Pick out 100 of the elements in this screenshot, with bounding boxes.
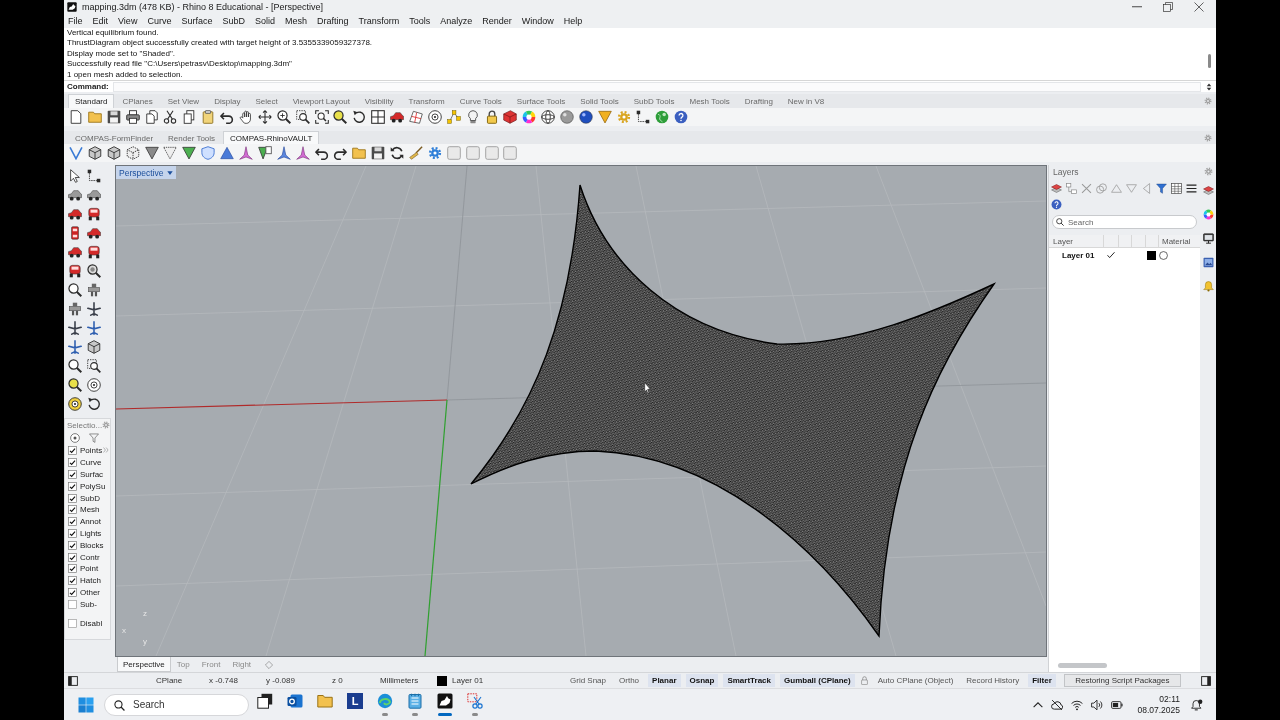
status-toggle[interactable]: Planar xyxy=(648,674,681,687)
box-icon[interactable] xyxy=(503,110,518,124)
plane-icon[interactable] xyxy=(67,339,82,354)
zoom-window-icon[interactable] xyxy=(295,110,310,124)
menu-item[interactable]: Solid xyxy=(254,16,275,26)
sphere-icon[interactable] xyxy=(560,110,575,124)
filter-icon[interactable] xyxy=(1156,182,1167,194)
overlapping-squares-icon[interactable] xyxy=(257,693,273,709)
shield-icon[interactable] xyxy=(201,146,216,160)
clock-date[interactable]: 08.07.2025 xyxy=(1137,704,1180,716)
command-input-field[interactable] xyxy=(112,81,1201,92)
broom-icon[interactable] xyxy=(409,146,424,160)
cplane-status[interactable]: CPlane xyxy=(156,676,183,685)
magnifier-icon[interactable] xyxy=(67,282,82,297)
checkbox-icon[interactable] xyxy=(68,599,77,609)
volume-icon[interactable] xyxy=(1091,698,1104,711)
layer-swatch[interactable] xyxy=(437,675,447,686)
menu-item[interactable]: Tools xyxy=(409,16,431,26)
filter-label[interactable]: Points xyxy=(80,446,103,456)
status-toggle[interactable]: Grid Snap xyxy=(566,674,611,687)
car-icon[interactable] xyxy=(67,206,82,221)
filter-label[interactable]: Blocks xyxy=(80,540,104,550)
filter-label[interactable]: Surfac xyxy=(80,470,104,479)
menu-item[interactable]: View xyxy=(118,16,138,26)
scrollbar-thumb[interactable] xyxy=(1207,54,1211,68)
nodes-icon[interactable] xyxy=(635,110,650,124)
car-icon[interactable] xyxy=(67,187,82,202)
layer-stack-icon[interactable] xyxy=(1051,182,1062,194)
toolbar-tab[interactable]: Set View xyxy=(160,94,207,108)
checkbox-icon[interactable] xyxy=(68,517,77,527)
toolbar-tab[interactable]: Mesh Tools xyxy=(682,94,737,108)
menu-item[interactable]: Mesh xyxy=(284,16,307,26)
filter-label[interactable]: Annot xyxy=(80,517,101,527)
cube-icon[interactable] xyxy=(106,146,121,160)
mail-icon[interactable] xyxy=(287,693,303,709)
rotate-arrow-icon[interactable] xyxy=(352,110,367,124)
car-icon[interactable] xyxy=(390,110,405,124)
magnifier-icon[interactable] xyxy=(67,358,82,373)
four-viewports-icon[interactable] xyxy=(371,110,386,124)
checkbox-icon[interactable] xyxy=(68,540,77,550)
control-points-icon[interactable] xyxy=(446,110,461,124)
cube-icon[interactable] xyxy=(87,146,102,160)
checkbox-icon[interactable] xyxy=(68,564,77,574)
toolbar-tab[interactable]: Solid Tools xyxy=(573,94,626,108)
nodes-icon[interactable] xyxy=(86,168,101,183)
robot-icon[interactable] xyxy=(67,301,82,316)
cursor-icon[interactable] xyxy=(67,168,82,183)
status-toggle[interactable]: SmartTrack xyxy=(723,674,775,687)
checkbox-icon[interactable] xyxy=(68,576,77,586)
circle-dot-icon[interactable] xyxy=(69,433,80,443)
menu-item[interactable]: Transform xyxy=(358,16,400,26)
car-icon[interactable] xyxy=(67,244,82,259)
triangle-icon[interactable] xyxy=(220,146,235,160)
menu-item[interactable]: Render xyxy=(482,16,512,26)
plane-icon[interactable] xyxy=(86,320,101,335)
toolbar-tab[interactable]: COMPAS-RhinoVAULT xyxy=(223,131,320,144)
color-wheel-icon[interactable] xyxy=(522,110,537,124)
filter-label[interactable]: Contr xyxy=(80,552,100,562)
wireframe-sphere-icon[interactable] xyxy=(541,110,556,124)
layer-stack-icon[interactable] xyxy=(1202,185,1214,196)
pages-icon[interactable] xyxy=(144,110,159,124)
check-icon[interactable] xyxy=(1106,251,1115,259)
printer-icon[interactable] xyxy=(125,110,140,124)
toolbar-tab[interactable]: Standard xyxy=(68,94,115,108)
status-toggle[interactable]: Gumball (CPlane) xyxy=(780,674,855,687)
monitor-icon[interactable] xyxy=(1202,233,1214,244)
toolbar-tab[interactable]: Transform xyxy=(401,94,452,108)
zoom-extents-icon[interactable] xyxy=(314,110,329,124)
checkbox-icon[interactable] xyxy=(68,505,77,515)
toolbar-tab[interactable]: Curve Tools xyxy=(452,94,509,108)
checkbox-icon[interactable] xyxy=(68,493,77,503)
cloud-off-icon[interactable] xyxy=(1051,698,1064,711)
checkbox-icon[interactable] xyxy=(68,587,77,597)
triangle-icon[interactable] xyxy=(257,146,272,160)
minimize-icon[interactable] xyxy=(1132,6,1142,8)
viewport-menu-button[interactable]: Perspective xyxy=(116,166,177,179)
target-icon[interactable] xyxy=(67,396,82,411)
filter-label[interactable]: Mesh xyxy=(80,505,100,515)
panel-toggle-icon[interactable] xyxy=(68,675,78,686)
spike-icon[interactable] xyxy=(239,146,253,160)
toolbar-tab[interactable]: Drafting xyxy=(737,94,780,108)
restore-icon[interactable] xyxy=(1163,2,1173,12)
menu-item[interactable]: Surface xyxy=(181,16,213,26)
move-arrows-icon[interactable] xyxy=(257,110,272,124)
checkbox-icon[interactable] xyxy=(68,446,77,456)
search-field[interactable]: Search xyxy=(1052,215,1197,229)
filter-label[interactable]: Point xyxy=(80,564,99,574)
status-toggle[interactable]: Ortho xyxy=(615,674,644,687)
car-front-icon[interactable] xyxy=(86,206,101,221)
toolbar-tab[interactable]: Select xyxy=(248,94,285,108)
toolbar-tab[interactable]: New in V8 xyxy=(780,94,832,108)
file-icon[interactable] xyxy=(69,110,83,124)
copy-icon[interactable] xyxy=(182,110,197,124)
app-tile-icon[interactable] xyxy=(437,693,453,709)
checkbox-icon[interactable] xyxy=(68,528,77,538)
car-icon[interactable] xyxy=(86,225,101,240)
undo-icon[interactable] xyxy=(220,110,235,124)
car-front-icon[interactable] xyxy=(67,263,82,278)
dashed-cube-icon[interactable] xyxy=(125,146,140,160)
layer-status[interactable]: Layer 01 xyxy=(452,676,484,685)
